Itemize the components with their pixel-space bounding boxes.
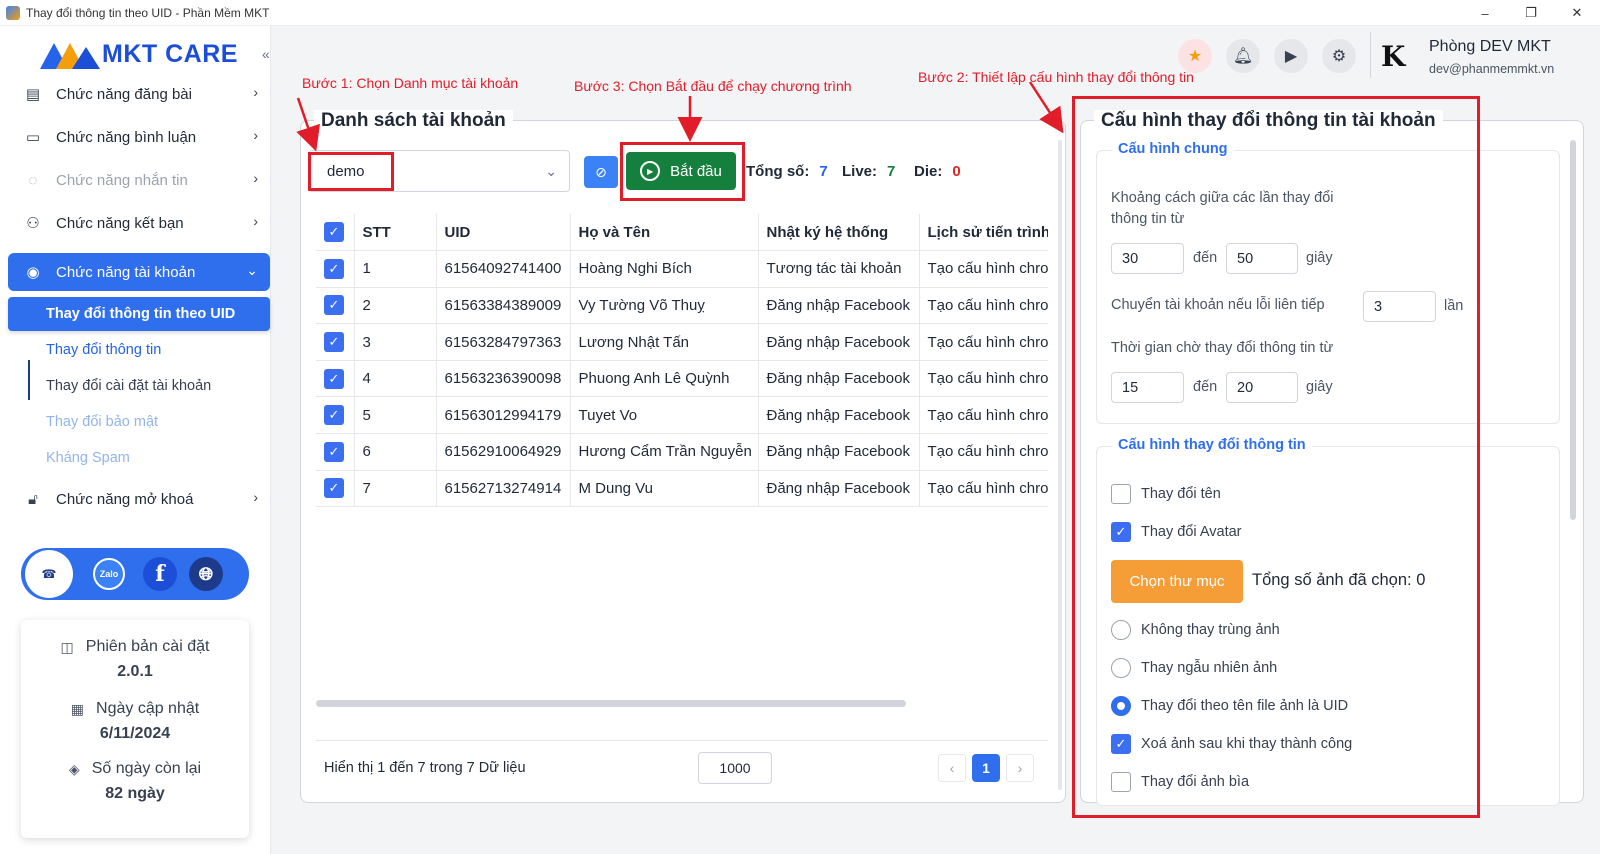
step1-arrow	[296, 97, 320, 152]
annotation-arrows	[296, 81, 1064, 152]
step2-arrow	[1028, 81, 1064, 134]
